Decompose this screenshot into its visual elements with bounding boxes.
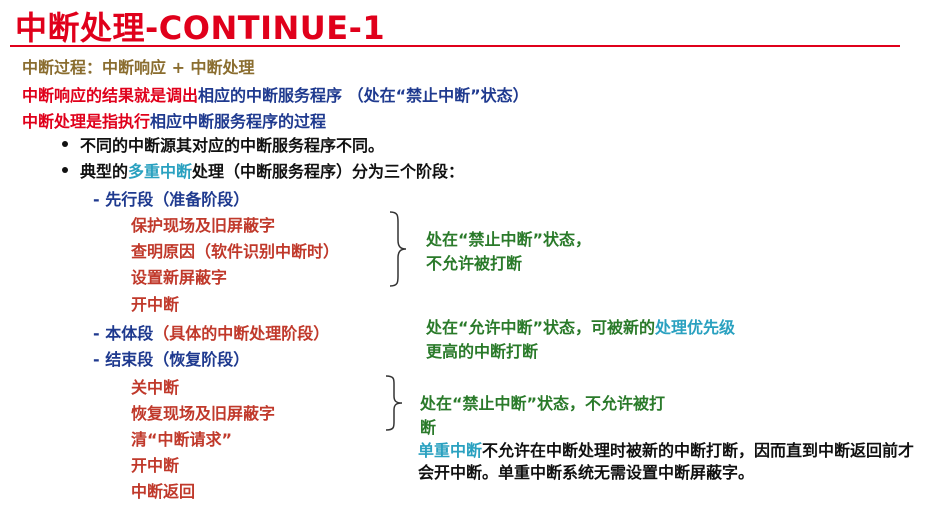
interrupt-handling-line: 中断处理是指执行相应中断服务程序的过程: [22, 108, 326, 132]
interrupt-response-line: 中断响应的结果就是调出相应的中断服务程序 （处在“禁止中断”状态）: [22, 82, 529, 106]
bullet-dot: [62, 167, 68, 173]
stage3-item: 恢复现场及旧屏蔽字: [131, 404, 276, 423]
bullet-multiple-interrupt: 典型的多重中断处理（中断服务程序）分为三个阶段：: [80, 158, 464, 182]
note-disabled-2-line1: 处在“禁止中断”状态，不允许被打: [420, 394, 666, 413]
stage3-item: 中断返回: [131, 482, 196, 501]
stage1-item: 查明原因（软件识别中断时）: [131, 242, 340, 261]
page-title: 中断处理-CONTINUE-1: [15, 9, 386, 47]
response-text-a: 中断响应的结果就是: [22, 86, 167, 105]
stage1-item: 保护现场及旧屏蔽字: [131, 216, 276, 235]
response-text-c: 相应的中断服务程序 （处在“禁止中断”状态）: [198, 86, 529, 105]
summary-text-b: 不允许在中断处理时被新的中断打断，因而直到中断返回前才会开中断。单重中断系统无需…: [418, 441, 915, 482]
response-text-b: 调出: [166, 86, 199, 105]
multi-text-a: 典型的: [80, 162, 129, 181]
bullet-dot: [62, 141, 68, 147]
multi-text-c: 处理（中断服务程序）分为三个阶段：: [192, 162, 465, 181]
multi-text-b: 多重中断: [128, 162, 193, 181]
process-overview-line: 中断过程：中断响应 + 中断处理: [22, 58, 255, 77]
bullet-different-sources: 不同的中断源其对应的中断服务程序不同。: [80, 136, 385, 155]
single-interrupt-summary: 单重中断不允许在中断处理时被新的中断打断，因而直到中断返回前才会开中断。单重中断…: [418, 440, 918, 484]
right-brace-icon: [389, 211, 407, 287]
handling-text-a: 中断处理是指: [22, 112, 119, 131]
stage-recovery-label: - 结束段（恢复阶段）: [93, 350, 250, 369]
note-enabled-line1: 处在“允许中断”状态，可被新的处理优先级: [426, 314, 735, 338]
stage2-text-b: （具体的中断处理阶段）: [153, 324, 330, 343]
stage3-item: 关中断: [131, 378, 180, 397]
right-brace-icon: [385, 375, 403, 431]
title-divider: [10, 45, 900, 47]
note-enabled-line2: 更高的中断打断: [426, 342, 539, 361]
stage2-text-a: - 本体段: [93, 324, 154, 343]
note-disabled-1-line2: 不允许被打断: [426, 254, 523, 273]
handling-text-b: 执行: [118, 112, 151, 131]
note2-text-b: 处理优先级: [655, 318, 736, 337]
stage-body-label: - 本体段（具体的中断处理阶段）: [93, 320, 329, 344]
stage3-item: 开中断: [131, 456, 180, 475]
note-disabled-2-line2: 断: [420, 418, 437, 437]
stage1-item: 开中断: [131, 295, 180, 314]
note2-text-a: 处在“允许中断”状态，可被新的: [426, 318, 656, 337]
stage1-item: 设置新屏蔽字: [131, 268, 228, 287]
stage3-item: 清“中断请求”: [131, 430, 233, 449]
summary-text-a: 单重中断: [418, 441, 483, 460]
note-disabled-1-line1: 处在“禁止中断”状态，: [426, 230, 592, 249]
handling-text-c: 相应中断服务程序的过程: [150, 112, 327, 131]
stage-preparation-label: - 先行段（准备阶段）: [93, 190, 250, 209]
